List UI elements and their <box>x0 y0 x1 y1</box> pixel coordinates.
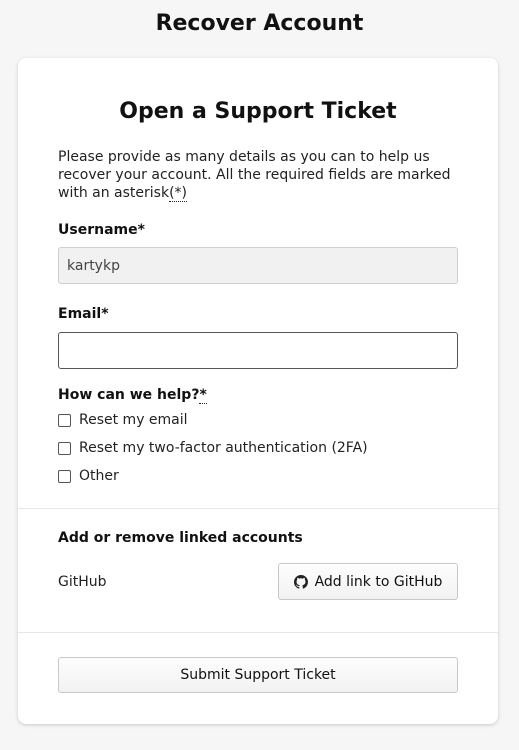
form-title: Open a Support Ticket <box>119 99 397 124</box>
intro-text: Please provide as many details as you ca… <box>58 148 468 202</box>
option-label: Reset my email <box>79 412 188 428</box>
other-checkbox[interactable] <box>58 469 71 483</box>
add-github-link-label: Add link to GitHub <box>314 573 443 590</box>
option-reset-email[interactable]: Reset my email <box>58 412 188 428</box>
linked-accounts-heading: Add or remove linked accounts <box>58 530 303 546</box>
section-divider <box>18 508 498 509</box>
option-label: Other <box>79 468 119 484</box>
help-label-text: How can we help? <box>58 387 200 403</box>
add-github-link-button[interactable]: Add link to GitHub <box>278 563 458 600</box>
submit-ticket-button[interactable]: Submit Support Ticket <box>58 657 458 693</box>
option-label: Reset my two-factor authentication (2FA) <box>79 440 368 456</box>
help-required-asterisk: * <box>199 387 207 404</box>
required-asterisk-hint: (*) <box>169 185 188 202</box>
github-provider-label: GitHub <box>58 574 107 590</box>
submit-ticket-label: Submit Support Ticket <box>180 667 336 683</box>
username-value: kartykp <box>67 257 120 274</box>
intro-text-body: Please provide as many details as you ca… <box>58 149 451 201</box>
reset-2fa-checkbox[interactable] <box>58 441 71 455</box>
github-icon <box>293 574 308 589</box>
email-field[interactable] <box>58 332 458 369</box>
username-label: Username* <box>58 222 145 238</box>
support-ticket-card: Open a Support Ticket Please provide as … <box>18 58 498 724</box>
option-reset-2fa[interactable]: Reset my two-factor authentication (2FA) <box>58 440 368 456</box>
help-label: How can we help?* <box>58 387 207 404</box>
username-field: kartykp <box>58 247 458 284</box>
section-divider <box>18 632 498 633</box>
page-title: Recover Account <box>155 11 364 36</box>
email-label: Email* <box>58 306 109 322</box>
option-other[interactable]: Other <box>58 468 119 484</box>
reset-email-checkbox[interactable] <box>58 413 71 427</box>
